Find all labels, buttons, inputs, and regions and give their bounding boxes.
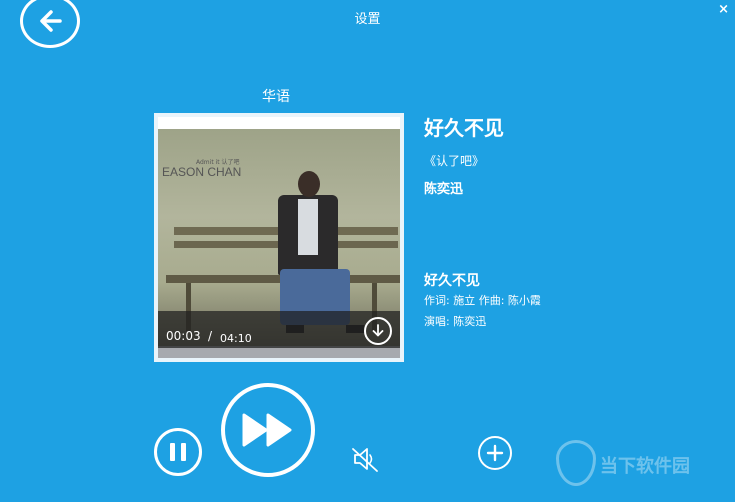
window-title: 设置 bbox=[354, 12, 381, 27]
category-label: 华语 bbox=[262, 89, 290, 105]
album-name: 《认了吧》 bbox=[424, 154, 485, 168]
album-cover: Admit it 认了吧 EASON CHAN 00:03 / 04:10 bbox=[158, 117, 400, 358]
current-time: 00:03 bbox=[166, 329, 201, 343]
download-icon bbox=[372, 324, 384, 337]
close-icon: × bbox=[718, 2, 729, 17]
song-title: 好久不见 bbox=[424, 116, 504, 140]
artist-name: 陈奕迅 bbox=[424, 182, 464, 197]
lyrics-title: 好久不见 bbox=[424, 273, 480, 289]
watermark-logo bbox=[556, 440, 596, 486]
watermark: 当下软件园 bbox=[548, 438, 733, 490]
download-button[interactable] bbox=[364, 317, 392, 345]
add-button[interactable] bbox=[478, 436, 512, 470]
watermark-text: 当下软件园 bbox=[600, 456, 690, 477]
mute-button[interactable] bbox=[349, 443, 381, 475]
pause-icon bbox=[170, 443, 175, 461]
lyrics-singer: 演唱: 陈奕迅 bbox=[424, 315, 487, 328]
cover-artist-text: EASON CHAN bbox=[162, 165, 242, 179]
lyrics-credits: 作词: 施立 作曲: 陈小霞 bbox=[424, 294, 541, 307]
total-time: 04:10 bbox=[220, 332, 252, 345]
speaker-mute-icon bbox=[352, 448, 378, 472]
time-separator: / bbox=[208, 329, 213, 343]
plus-icon bbox=[486, 444, 504, 462]
pause-button[interactable] bbox=[154, 428, 202, 476]
close-button[interactable]: × bbox=[718, 2, 729, 17]
next-track-button[interactable] bbox=[221, 383, 315, 477]
cover-top-strip bbox=[158, 117, 400, 129]
album-cover-frame: Admit it 认了吧 EASON CHAN 00:03 / 04:10 bbox=[154, 113, 404, 362]
fast-forward-icon bbox=[242, 413, 292, 447]
